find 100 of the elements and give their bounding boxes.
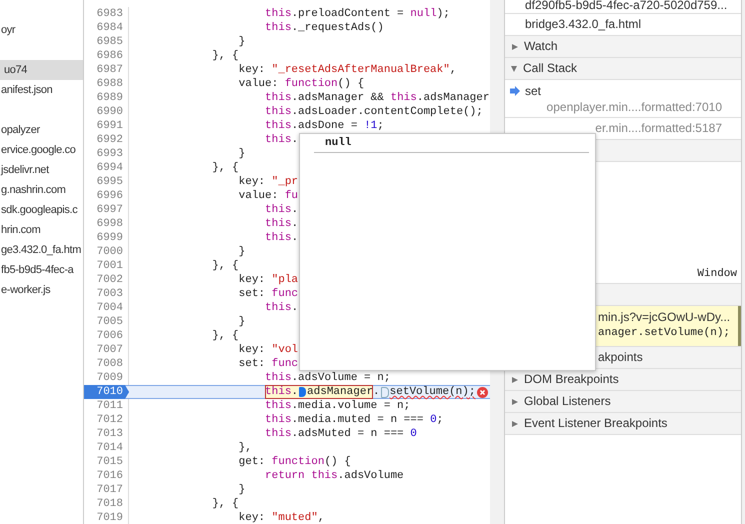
section-header[interactable]: DOM Breakpoints [505,369,741,391]
code-text: }, { [211,497,239,511]
line-number[interactable]: 7000 [84,245,129,259]
file-tree-item[interactable]: oyr [0,20,83,40]
code-text: }, { [211,259,239,273]
section-header[interactable]: Event Listener Breakpoints [505,413,741,435]
line-number[interactable]: 6986 [84,49,129,63]
line-number[interactable]: 6997 [84,203,129,217]
code-text: } [238,35,246,49]
breakpoint-file: min.js?v=jcGOwU-wDy... [598,310,732,325]
code-text: key: "_resetAdsAfterManualBreak", [238,63,456,77]
code-text: } [238,245,246,259]
code-text: this.adsManager && this.adsManager [264,91,490,105]
line-number[interactable]: 7007 [84,343,129,357]
file-tree-item[interactable]: ervice.google.co [0,140,83,160]
section-title: akpoints [597,349,643,366]
line-number[interactable]: 7012 [84,413,129,427]
line-number[interactable]: 7018 [84,497,129,511]
file-tree-item[interactable]: fb5-b9d5-4fec-a [0,260,83,280]
line-number[interactable]: 7003 [84,287,129,301]
code-text: }, { [211,161,239,175]
code-text: this.media.volume = n; [264,399,410,413]
frame-location: openplayer.min....formatted:7010 [546,99,722,115]
file-tree-item[interactable]: hrin.com [0,220,83,240]
section-title: Global Listeners [524,393,611,410]
file-tree-item[interactable]: ge3.432.0_fa.htm [0,240,83,260]
code-text: }, [238,441,252,455]
line-number[interactable]: 6985 [84,35,129,49]
line-number[interactable]: 6989 [84,91,129,105]
line-number[interactable]: 6990 [84,105,129,119]
line-number[interactable]: 7005 [84,315,129,329]
code-text: return this.adsVolume [264,469,404,483]
line-number[interactable]: 6991 [84,119,129,133]
line-number[interactable]: 6983 [84,7,129,21]
frame-location: er.min....formatted:5187 [594,120,722,137]
code-text: set: func [238,287,298,301]
code-text: }, { [211,49,239,63]
line-number[interactable]: 6988 [84,77,129,91]
code-text: } [238,483,246,497]
code-text: adsManager [307,385,374,399]
frame-name: set [525,83,542,99]
line-number[interactable]: 6998 [84,217,129,231]
section-title: Call Stack [523,60,578,77]
line-number[interactable]: 7013 [84,427,129,441]
file-tree-item[interactable]: sdk.googleapis.c [0,200,83,220]
code-text: key: "pla [238,273,298,287]
line-number[interactable]: 7011 [84,399,129,413]
line-number[interactable]: 7002 [84,273,129,287]
line-number[interactable]: 7008 [84,357,129,371]
line-number[interactable]: 7010 [84,385,129,399]
line-number[interactable]: 6987 [84,63,129,77]
code-text: }, { [211,329,239,343]
line-number[interactable]: 7001 [84,259,129,273]
line-number[interactable]: 6999 [84,231,129,245]
line-number[interactable]: 7014 [84,441,129,455]
code-text: this.preloadContent = null); [264,7,450,21]
file-tree-item[interactable]: e-worker.js [0,280,83,300]
line-number[interactable]: 6992 [84,133,129,147]
line-number[interactable]: 6996 [84,189,129,203]
section-header[interactable]: Global Listeners [505,391,741,413]
file-tree-item[interactable]: anifest.json [0,80,83,100]
inline-breakpoint-marker-icon[interactable] [380,386,389,398]
file-tree-item[interactable]: opalyzer [0,120,83,140]
file-tree-item[interactable]: g.nashrin.com [0,180,83,200]
line-number[interactable]: 7019 [84,511,129,524]
section-header[interactable]: Watch [505,36,741,58]
code-text: this. [264,203,298,217]
line-number[interactable]: 6984 [84,21,129,35]
code-text: this._requestAds() [264,21,384,35]
code-text: get: function() { [238,455,351,469]
code-text: this. [264,217,298,231]
line-number[interactable]: 6993 [84,147,129,161]
code-text: } [238,315,246,329]
thread-item[interactable]: df290fb5-b9d5-4fec-a720-5020d759... [505,0,741,14]
code-text: this. [264,301,298,315]
code-text: this.media.muted = n === 0; [264,413,444,427]
code-text: key: "_pr [238,175,298,189]
line-number[interactable]: 7016 [84,469,129,483]
code-text: } [238,147,246,161]
code-text: this.adsMuted = n === 0 [264,427,417,441]
line-number[interactable]: 7015 [84,455,129,469]
section-title: Event Listener Breakpoints [524,415,668,432]
line-number[interactable]: 7017 [84,483,129,497]
line-number[interactable]: 6994 [84,161,129,175]
line-number[interactable]: 6995 [84,175,129,189]
file-tree-item[interactable]: jsdelivr.net [0,160,83,180]
code-text: this.adsLoader.contentComplete(); [264,105,483,119]
line-number[interactable]: 7004 [84,301,129,315]
execution-marker-icon[interactable] [299,387,306,397]
code-text: this.adsVolume = n; [264,371,390,385]
code-text: set: func [238,357,298,371]
code-text: . [373,385,380,399]
code-text: key: "muted", [238,511,324,524]
code-text: this. [264,231,298,245]
file-tree-item[interactable]: uo74 [0,60,83,80]
code-text: this. [265,385,298,399]
code-text: value: fu [238,189,298,203]
section-header[interactable]: Call Stack [505,58,741,80]
breakpoint-code: anager.setVolume(n); [598,326,732,341]
line-number[interactable]: 7006 [84,329,129,343]
